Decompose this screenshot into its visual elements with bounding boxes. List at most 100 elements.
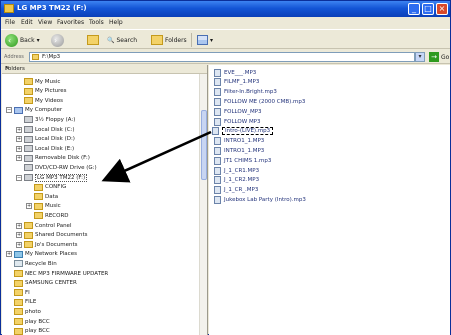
menu-file[interactable]: File [5, 19, 15, 26]
file-item[interactable]: J_1_CR1.MP3 [214, 166, 259, 175]
file-item[interactable]: JT1 CHIMS 1.mp3 [214, 156, 271, 165]
up-folder-button[interactable] [87, 33, 99, 47]
expand-icon[interactable]: + [16, 232, 22, 239]
file-item[interactable]: Jukebox Lab Party (Intro).mp3 [214, 195, 306, 204]
tree-node[interactable]: − LG MP3 TM22 (F:) [16, 173, 88, 182]
file-name: FOLLOW ME (2000 CMB).mp3 [224, 98, 306, 105]
tree-node-label: Local Disk (D:) [35, 136, 75, 143]
tree-node[interactable]: photo [6, 307, 41, 316]
tree-node[interactable]: play BCC [6, 327, 50, 335]
menu-favorites[interactable]: Favorites [57, 19, 84, 26]
explorer-window: LG MP3 TM22 (F:) _ □ × File Edit View Fa… [0, 0, 451, 335]
tree-node-label: FI [25, 289, 30, 296]
tree-node[interactable]: NEC MP3 FIRMWARE UPDATER [6, 269, 108, 278]
tree-node[interactable]: + Control Panel [16, 221, 71, 230]
folder-icon [34, 193, 43, 201]
tree-node-label: LG MP3 TM22 (F:) [35, 173, 88, 182]
file-item[interactable]: INTRO1_1.MP3 [214, 146, 264, 155]
audio-file-icon [214, 195, 221, 204]
tree-node[interactable]: DVD/CD-RW Drive (G:) [16, 163, 97, 172]
menu-view[interactable]: View [38, 19, 52, 26]
title-bar[interactable]: LG MP3 TM22 (F:) _ □ × [1, 1, 450, 17]
folders-scrollbar[interactable] [199, 74, 207, 335]
file-name: JT1 CHIMS 1.mp3 [224, 157, 272, 164]
tree-node-label: Removable Disk (F:) [35, 155, 90, 162]
tree-node[interactable]: + Local Disk (C:) [16, 125, 75, 134]
tree-node[interactable]: SAMSUNG CENTER [6, 279, 77, 288]
tree-node[interactable]: + Local Disk (E:) [16, 144, 74, 153]
address-dropdown-button[interactable]: ▾ [415, 52, 425, 62]
tree-node[interactable]: My Music [16, 77, 60, 86]
folder-icon [24, 97, 33, 105]
views-button[interactable]: ▾ [197, 33, 213, 47]
audio-file-icon [214, 97, 221, 106]
file-item[interactable]: J_1_CR2.MP3 [214, 176, 259, 185]
file-item[interactable]: Filter-In.Bright.mp3 [214, 88, 277, 97]
file-name: INTRO1_1.MP3 [224, 138, 265, 145]
go-button[interactable]: → Go [429, 51, 449, 63]
chevron-down-icon: ▾ [36, 36, 40, 44]
audio-file-icon [214, 117, 221, 126]
expand-icon[interactable]: + [16, 145, 22, 152]
collapse-icon[interactable]: − [6, 107, 12, 114]
tree-node-label: photo [25, 308, 41, 315]
address-input[interactable]: F:\Mp3 [29, 52, 415, 62]
collapse-icon[interactable]: − [16, 174, 22, 181]
file-item[interactable]: FILMF_1.MP3 [214, 78, 259, 87]
audio-file-icon [214, 107, 221, 116]
folder-icon [14, 279, 23, 287]
folder-icon [24, 222, 33, 229]
minimize-button[interactable]: _ [408, 3, 420, 15]
file-item[interactable]: J_1_CR_.MP3 [214, 186, 258, 195]
tree-node[interactable]: play BCC [6, 317, 50, 326]
tree-node[interactable]: RECORD [26, 211, 69, 220]
tree-node-label: My Videos [35, 97, 64, 104]
scrollbar-thumb[interactable] [201, 110, 207, 180]
tree-node[interactable]: + Shared Documents [16, 231, 87, 240]
audio-file-icon [214, 88, 221, 97]
drive-icon [24, 126, 33, 133]
tree-node-label: 3½ Floppy (A:) [35, 116, 76, 123]
tree-node[interactable]: FILE [6, 298, 36, 307]
file-item[interactable]: FOLLOW_MP3 [214, 107, 262, 116]
maximize-button[interactable]: □ [422, 3, 434, 15]
search-button[interactable]: 🔍 Search [107, 33, 137, 47]
file-item[interactable]: Intro-(LIVE).mp3 [212, 127, 274, 136]
address-bar: Address F:\Mp3 ▾ → Go [1, 50, 450, 64]
tree-node[interactable]: FI [6, 288, 30, 297]
tree-node[interactable]: Data [26, 192, 58, 201]
tree-node[interactable]: My Videos [16, 96, 63, 105]
expand-icon[interactable]: + [6, 251, 12, 258]
close-icon[interactable]: × [5, 65, 205, 72]
menu-tools[interactable]: Tools [89, 19, 104, 26]
tree-node[interactable]: CONFIG [26, 183, 66, 192]
back-button[interactable]: ‹ Back ▾ [5, 33, 40, 47]
file-item[interactable]: INTRO1_1.MP3 [214, 137, 264, 146]
tree-node[interactable]: My Pictures [16, 87, 67, 96]
expand-icon[interactable]: + [16, 136, 22, 143]
tree-node[interactable]: + Removable Disk (F:) [16, 154, 90, 163]
menu-edit[interactable]: Edit [21, 19, 33, 26]
tree-node[interactable]: − My Computer [6, 106, 62, 115]
close-button[interactable]: × [436, 3, 448, 15]
expand-icon[interactable]: + [16, 155, 22, 162]
file-item[interactable]: FOLLOW MP3 [214, 117, 261, 126]
expand-icon[interactable]: + [16, 222, 22, 229]
tree-node-label: My Music [35, 78, 61, 85]
menu-help[interactable]: Help [109, 19, 123, 26]
tree-node[interactable]: + My Network Places [6, 250, 77, 259]
expand-icon[interactable]: + [16, 241, 22, 248]
folders-button[interactable]: Folders [151, 33, 187, 47]
tree-node[interactable]: + Local Disk (D:) [16, 135, 75, 144]
forward-button[interactable]: › [51, 33, 64, 47]
expand-icon[interactable]: + [26, 203, 32, 210]
file-item[interactable]: FOLLOW ME (2000 CMB).mp3 [214, 97, 305, 106]
file-name: J_1_CR_.MP3 [224, 187, 259, 194]
tree-node[interactable]: + Music [26, 202, 61, 211]
expand-icon[interactable]: + [16, 126, 22, 133]
tree-node[interactable]: 3½ Floppy (A:) [16, 115, 75, 124]
audio-file-icon [214, 176, 221, 185]
tree-node[interactable]: Recycle Bin [6, 259, 57, 268]
tree-node[interactable]: + Jo's Documents [16, 240, 77, 249]
file-item[interactable]: EVE___.MP3 [214, 68, 256, 77]
